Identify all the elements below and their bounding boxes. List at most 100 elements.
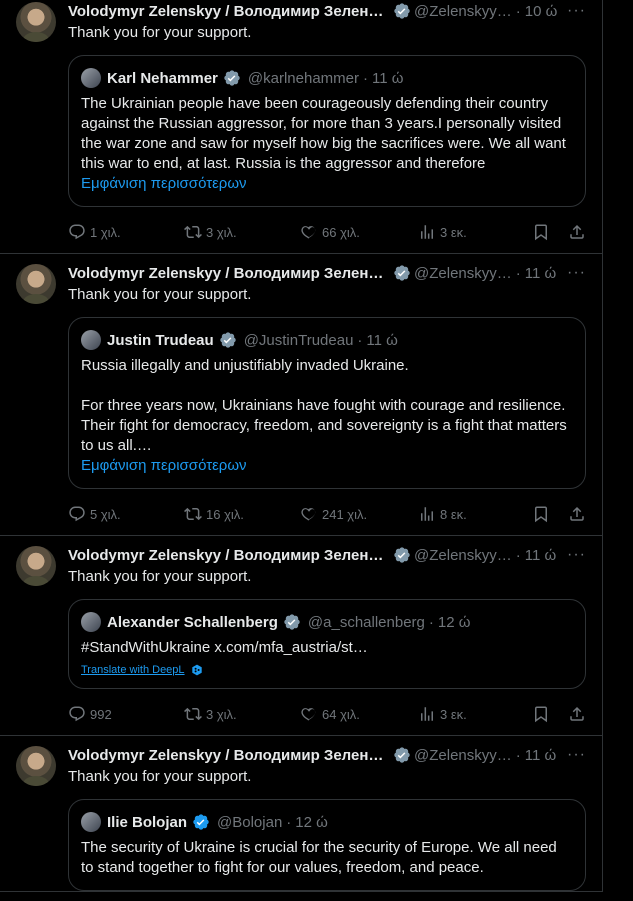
quote-author-name: Ilie Bolojan: [107, 813, 188, 831]
action-right-group: [532, 505, 586, 523]
separator-dot: ·: [515, 746, 521, 764]
tweet-time[interactable]: 10 ώ: [525, 3, 558, 20]
repost-icon: [184, 507, 202, 521]
avatar[interactable]: [16, 2, 56, 42]
separator-dot: ·: [428, 613, 434, 631]
like-icon: [301, 708, 316, 721]
quote-text: The Ukrainian people have been courageou…: [81, 95, 566, 172]
quote-author-name: Karl Nehammer: [107, 69, 218, 87]
verified-icon: [394, 547, 410, 563]
repost-count: 16 χιλ.: [206, 506, 244, 522]
tweet[interactable]: Volodymyr Zelenskyy / Володимир Зеленсь……: [0, 254, 602, 536]
tweet[interactable]: Volodymyr Zelenskyy / Володимир Зеленс… …: [0, 0, 602, 254]
like-button[interactable]: 241 χιλ.: [300, 505, 418, 523]
tweet-text: Thank you for your support.: [68, 286, 252, 303]
bookmark-icon[interactable]: [532, 705, 550, 723]
tweet-time[interactable]: 11 ώ: [525, 747, 556, 764]
more-icon[interactable]: ···: [559, 264, 586, 282]
like-count: 66 χιλ.: [322, 224, 360, 240]
tweet[interactable]: Volodymyr Zelenskyy / Володимир Зеленсь……: [0, 736, 602, 892]
author-name[interactable]: Volodymyr Zelenskyy / Володимир Зеленсь…: [68, 747, 388, 764]
author-name[interactable]: Volodymyr Zelenskyy / Володимир Зеленсь…: [68, 547, 388, 564]
author-handle[interactable]: @Zelenskyy…: [414, 547, 512, 564]
tweet-content: Volodymyr Zelenskyy / Володимир Зеленсь……: [68, 744, 586, 891]
views-button[interactable]: 3 εκ.: [418, 705, 530, 723]
separator-dot: ·: [515, 264, 521, 282]
repost-button[interactable]: 3 χιλ.: [184, 705, 300, 723]
repost-count: 3 χιλ.: [206, 224, 237, 240]
translate-link[interactable]: Translate with DeepL: [81, 664, 573, 676]
quoted-tweet[interactable]: Alexander Schallenberg @a_schallenberg ·…: [68, 599, 586, 689]
quote-time: 12 ώ: [295, 813, 328, 831]
views-icon: [421, 225, 433, 239]
like-button[interactable]: 66 χιλ.: [300, 223, 418, 241]
reply-button[interactable]: 992: [68, 705, 184, 723]
more-icon[interactable]: ···: [559, 2, 586, 20]
share-icon[interactable]: [568, 223, 586, 241]
author-name[interactable]: Volodymyr Zelenskyy / Володимир Зеленс…: [68, 3, 388, 20]
tweet-header: Volodymyr Zelenskyy / Володимир Зеленсь……: [68, 744, 586, 766]
reply-button[interactable]: 1 χιλ.: [68, 223, 184, 241]
tweet-header: Volodymyr Zelenskyy / Володимир Зеленс… …: [68, 0, 586, 22]
reply-count: 5 χιλ.: [90, 506, 121, 522]
bookmark-icon[interactable]: [532, 223, 550, 241]
reply-icon: [69, 706, 85, 722]
verified-icon: [394, 265, 410, 281]
author-handle[interactable]: @Zelenskyy…: [414, 3, 512, 20]
reply-icon: [69, 506, 85, 522]
like-icon: [301, 508, 316, 521]
timeline: Volodymyr Zelenskyy / Володимир Зеленс… …: [0, 0, 633, 901]
quote-time: 11 ώ: [366, 331, 398, 349]
like-button[interactable]: 64 χιλ.: [300, 705, 418, 723]
views-button[interactable]: 8 εκ.: [418, 505, 530, 523]
author-handle[interactable]: @Zelenskyy…: [414, 747, 512, 764]
views-icon: [421, 707, 433, 721]
quote-author-handle: @Bolojan: [217, 813, 283, 831]
show-more-link[interactable]: Εμφάνιση περισσότερων: [81, 174, 573, 194]
views-button[interactable]: 3 εκ.: [418, 223, 530, 241]
tweet-time[interactable]: 11 ώ: [525, 265, 556, 282]
action-right-group: [532, 223, 586, 241]
views-count: 3 εκ.: [440, 224, 467, 240]
bookmark-icon[interactable]: [532, 505, 550, 523]
quote-time: 11 ώ: [371, 69, 404, 87]
repost-count: 3 χιλ.: [206, 706, 237, 722]
quoted-tweet[interactable]: Justin Trudeau @JustinTrudeau · 11 ώ Rus…: [68, 317, 586, 489]
repost-icon: [184, 225, 202, 239]
repost-button[interactable]: 16 χιλ.: [184, 505, 300, 523]
author-name[interactable]: Volodymyr Zelenskyy / Володимир Зеленсь…: [68, 265, 388, 282]
reply-count: 992: [90, 706, 112, 722]
more-icon[interactable]: ···: [559, 746, 586, 764]
avatar-column: [16, 544, 64, 735]
quoted-tweet[interactable]: Ilie Bolojan @Bolojan · 12 ώ The securit…: [68, 799, 586, 891]
quote-author-handle: @a_schallenberg: [307, 613, 425, 631]
repost-icon: [184, 707, 202, 721]
more-icon[interactable]: ···: [559, 546, 586, 564]
quote-header: Justin Trudeau @JustinTrudeau · 11 ώ: [81, 330, 573, 350]
quote-text: The security of Ukraine is crucial for t…: [81, 839, 557, 876]
reply-count: 1 χιλ.: [90, 224, 121, 240]
quote-avatar: [81, 812, 101, 832]
show-more-link[interactable]: Εμφάνιση περισσότερων: [81, 456, 573, 476]
quote-time: 12 ώ: [437, 613, 471, 631]
share-icon[interactable]: [568, 705, 586, 723]
verified-icon: [224, 70, 240, 86]
tweet-time[interactable]: 11 ώ: [525, 547, 556, 564]
repost-button[interactable]: 3 χιλ.: [184, 223, 300, 241]
separator-dot: ·: [362, 69, 368, 87]
quoted-tweet[interactable]: Karl Nehammer @karlnehammer · 11 ώ The U…: [68, 55, 586, 207]
quote-author-handle: @JustinTrudeau: [243, 331, 354, 349]
avatar[interactable]: [16, 746, 56, 786]
translate-label[interactable]: Translate with DeepL: [81, 664, 185, 676]
tweet-header: Volodymyr Zelenskyy / Володимир Зеленсь……: [68, 544, 586, 566]
deepl-icon: [191, 664, 202, 676]
like-count: 64 χιλ.: [322, 706, 360, 722]
like-count: 241 χιλ.: [322, 506, 368, 522]
share-icon[interactable]: [568, 505, 586, 523]
avatar[interactable]: [16, 264, 56, 304]
author-handle[interactable]: @Zelenskyy…: [414, 265, 512, 282]
reply-button[interactable]: 5 χιλ.: [68, 505, 184, 523]
tweet[interactable]: Volodymyr Zelenskyy / Володимир Зеленсь……: [0, 536, 602, 736]
avatar-column: [16, 0, 64, 253]
avatar[interactable]: [16, 546, 56, 586]
